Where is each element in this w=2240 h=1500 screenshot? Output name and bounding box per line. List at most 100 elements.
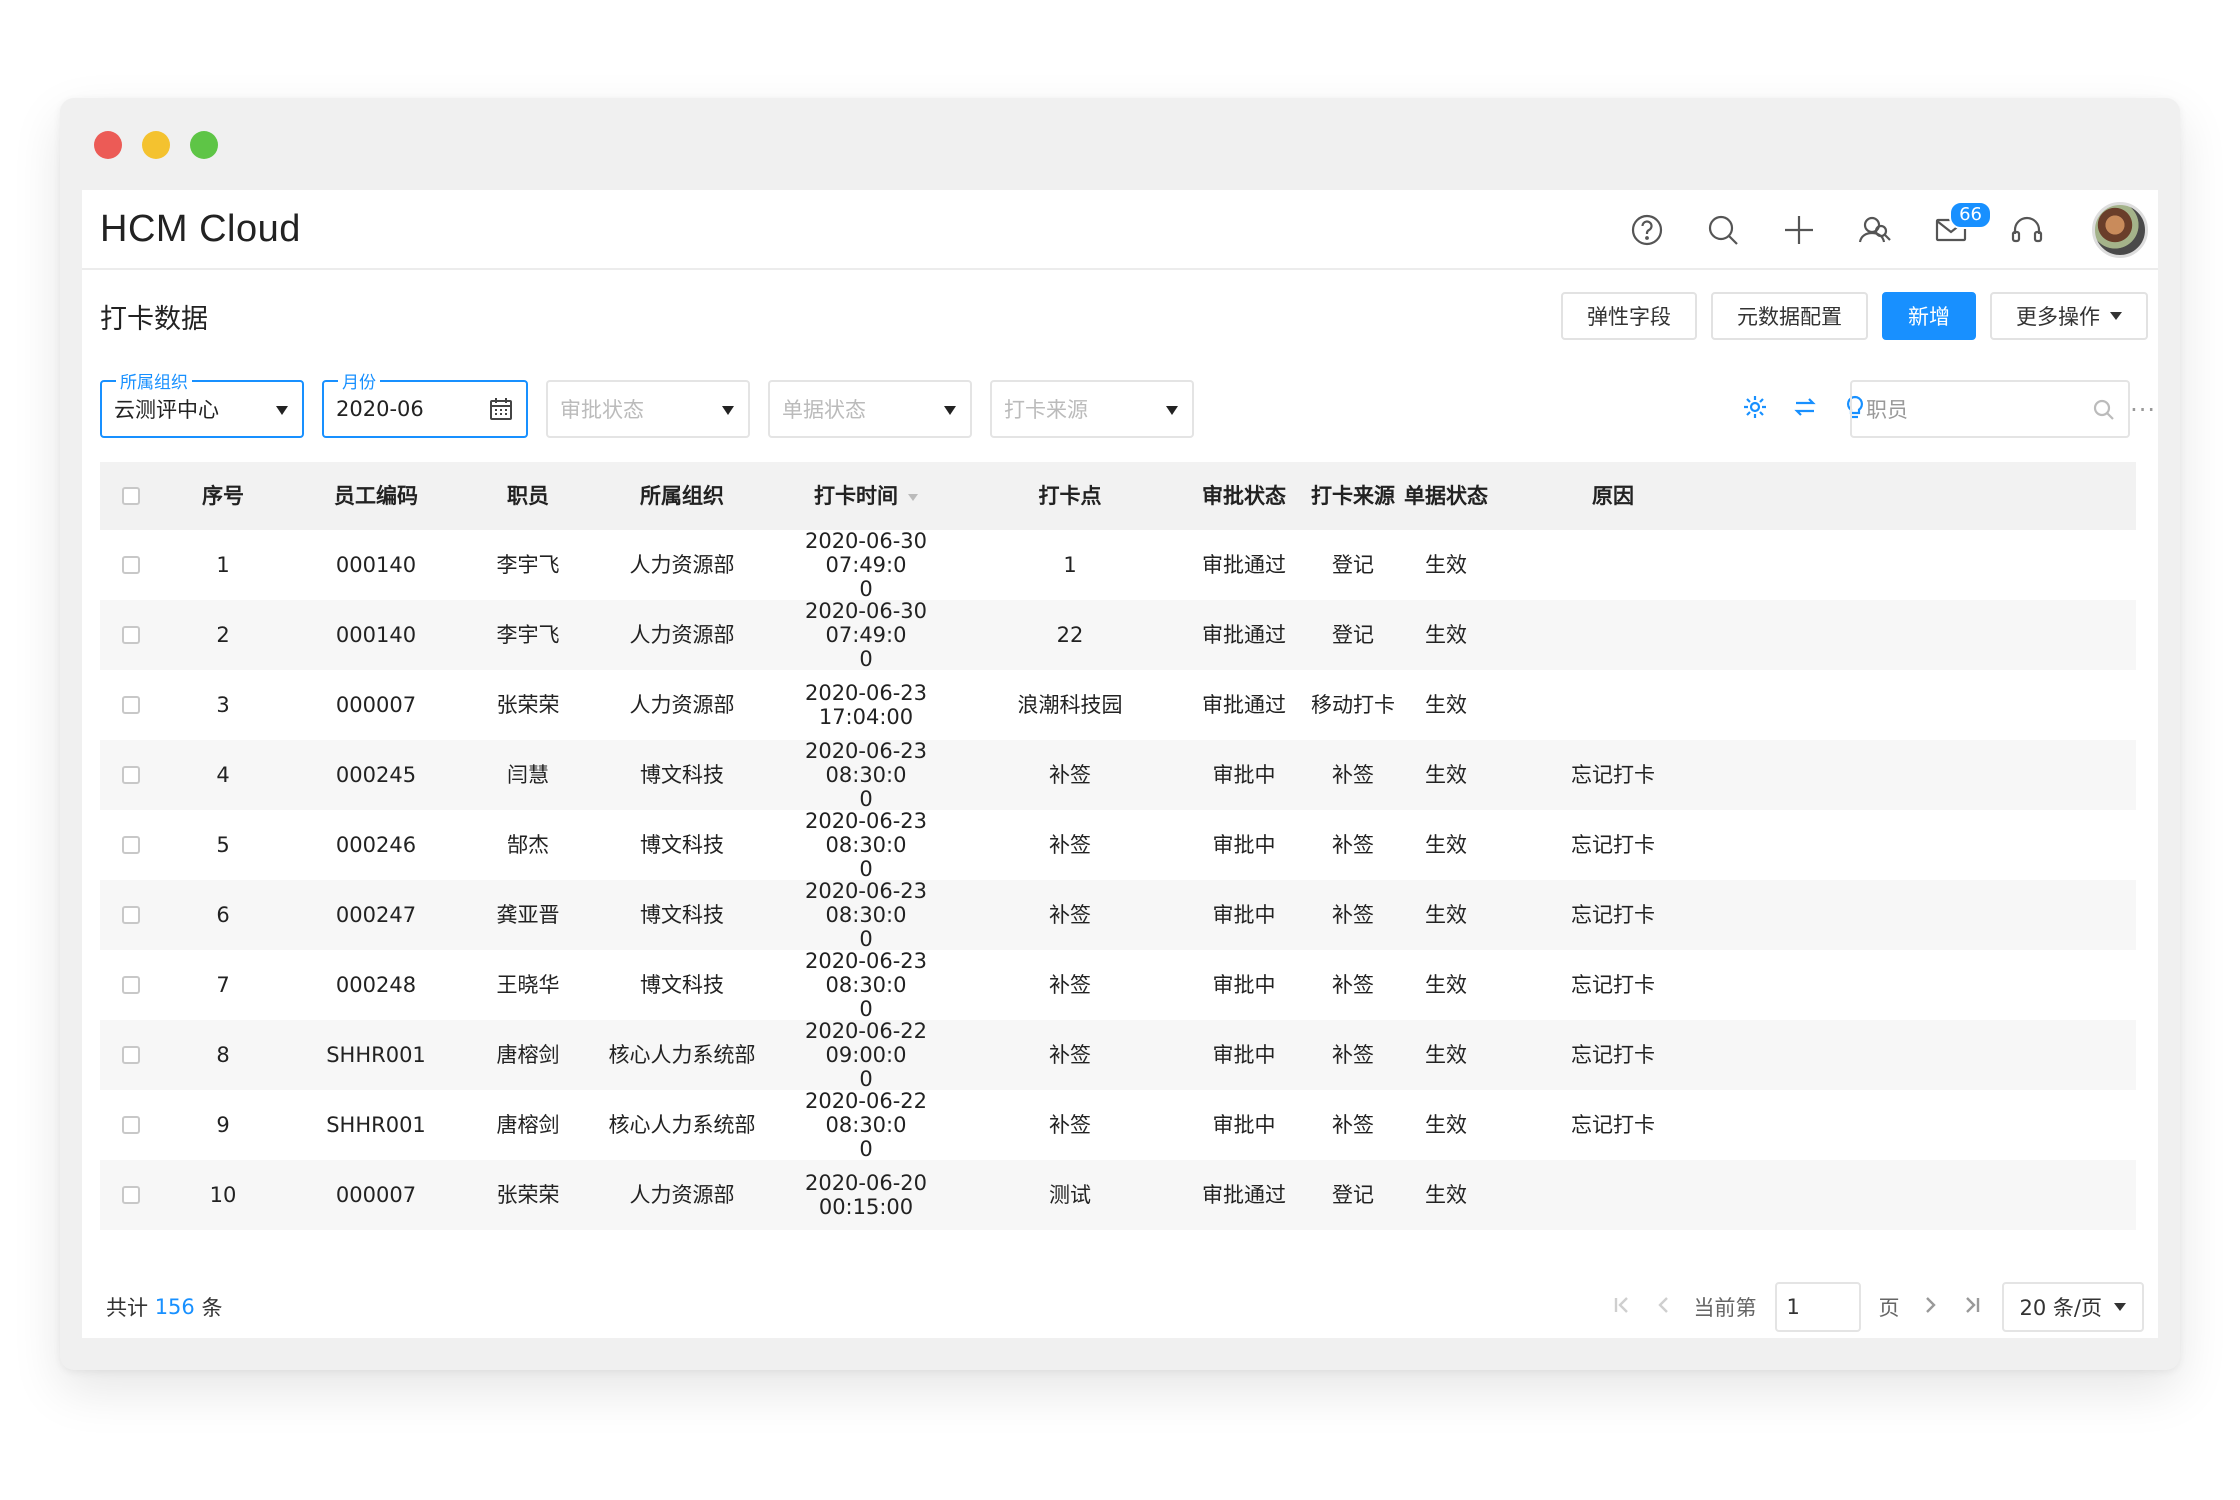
- column-header-reason[interactable]: 原因: [1490, 484, 1736, 508]
- mail-icon[interactable]: 66: [1930, 201, 1992, 251]
- cell-emp-code: 000247: [335, 903, 417, 927]
- column-header-employee[interactable]: 职员: [468, 484, 588, 508]
- cell-reason: 忘记打卡: [1571, 1043, 1655, 1067]
- column-header-label: 打卡时间: [814, 484, 898, 508]
- page-number-input[interactable]: 1: [1774, 1282, 1861, 1332]
- punch-source-select[interactable]: 打卡来源: [990, 380, 1194, 438]
- flex-fields-button[interactable]: 弹性字段: [1561, 292, 1697, 340]
- row-select-cell: [100, 906, 162, 924]
- cell-approval-status: 审批中: [1212, 1113, 1276, 1137]
- column-header-emp-code[interactable]: 员工编码: [284, 484, 468, 508]
- table-body: 1 000140 李宇飞 人力资源部 2020-06-30 07:49:0 0 1 审批通过…: [100, 529, 2136, 1230]
- table-row[interactable]: 9 SHHR001 唐榕剑 核心人力系统部 2020-06-22 08:30:0 0 补签…: [100, 1089, 2136, 1161]
- add-button[interactable]: 新增: [1882, 292, 1976, 340]
- row-checkbox[interactable]: [122, 626, 140, 644]
- row-checkbox[interactable]: [122, 976, 140, 994]
- row-select-cell: [100, 1116, 162, 1134]
- page-number-value: 1: [1786, 1295, 1800, 1319]
- table-footer: 共计 156 条 当前第 1 页 20 条/页: [82, 1276, 2158, 1338]
- row-checkbox[interactable]: [122, 696, 140, 714]
- cell-punch-source: 补签: [1332, 763, 1374, 787]
- month-picker[interactable]: 月份 2020-06: [322, 368, 528, 438]
- approval-status-select[interactable]: 审批状态: [546, 380, 750, 438]
- more-actions-button[interactable]: 更多操作: [1990, 292, 2148, 340]
- column-header-punch-point[interactable]: 打卡点: [956, 484, 1184, 508]
- table-row[interactable]: 1 000140 李宇飞 人力资源部 2020-06-30 07:49:0 0 1 审批通过…: [100, 529, 2136, 601]
- table-row[interactable]: 8 SHHR001 唐榕剑 核心人力系统部 2020-06-22 09:00:0 0 补签…: [100, 1019, 2136, 1091]
- cell-doc-status: 生效: [1425, 693, 1467, 717]
- cell-punch-source: 补签: [1332, 973, 1374, 997]
- plus-icon[interactable]: [1778, 209, 1820, 251]
- more-options-icon[interactable]: ···: [2130, 396, 2156, 424]
- row-checkbox[interactable]: [122, 836, 140, 854]
- cell-employee: 张荣荣: [496, 693, 560, 717]
- column-header-doc-status[interactable]: 单据状态: [1402, 484, 1490, 508]
- org-select[interactable]: 所属组织 云测评中心: [100, 368, 304, 438]
- close-window-button[interactable]: [94, 131, 122, 159]
- minimize-window-button[interactable]: [142, 131, 170, 159]
- column-header-label: 原因: [1592, 484, 1634, 508]
- people-icon[interactable]: [1854, 209, 1896, 251]
- row-checkbox[interactable]: [122, 766, 140, 784]
- employee-search-input[interactable]: 职员: [1850, 380, 2130, 438]
- cell-employee: 张荣荣: [496, 1183, 560, 1207]
- cell-employee: 王晓华: [496, 973, 560, 997]
- help-icon[interactable]: [1626, 209, 1668, 251]
- cell-approval-status: 审批中: [1212, 763, 1276, 787]
- cell-doc-status: 生效: [1425, 553, 1467, 577]
- column-header-seq[interactable]: 序号: [162, 484, 284, 508]
- cell-approval-status: 审批通过: [1202, 623, 1286, 647]
- doc-status-select[interactable]: 单据状态: [768, 380, 972, 438]
- current-page-prefix: 当前第: [1693, 1296, 1757, 1320]
- metadata-config-button[interactable]: 元数据配置: [1711, 292, 1868, 340]
- cell-org: 人力资源部: [629, 1183, 735, 1207]
- cell-org: 核心人力系统部: [608, 1043, 756, 1067]
- headset-icon[interactable]: [2006, 209, 2048, 251]
- prev-page-button[interactable]: [1652, 1293, 1676, 1322]
- cell-emp-code: 000246: [335, 833, 417, 857]
- row-checkbox[interactable]: [122, 1116, 140, 1134]
- column-header-punch-time[interactable]: 打卡时间: [776, 484, 956, 508]
- sort-icon[interactable]: [908, 493, 918, 501]
- row-checkbox[interactable]: [122, 906, 140, 924]
- cell-reason: 忘记打卡: [1571, 763, 1655, 787]
- cell-doc-status: 生效: [1425, 1043, 1467, 1067]
- cell-approval-status: 审批通过: [1202, 1183, 1286, 1207]
- table-row[interactable]: 3 000007 张荣荣 人力资源部 2020-06-23 17:04:00 浪潮科技园 审…: [100, 670, 2136, 740]
- settings-icon[interactable]: [1742, 394, 1768, 420]
- page-title: 打卡数据: [100, 303, 208, 335]
- caret-down-icon: [2114, 1303, 2126, 1311]
- brand-title: HCM Cloud: [100, 207, 301, 250]
- row-checkbox[interactable]: [122, 1046, 140, 1064]
- cell-emp-code: 000140: [335, 623, 417, 647]
- column-header-org[interactable]: 所属组织: [588, 484, 776, 508]
- avatar[interactable]: [2092, 202, 2148, 258]
- row-checkbox[interactable]: [122, 556, 140, 574]
- table-row[interactable]: 6 000247 龚亚晋 博文科技 2020-06-23 08:30:0 0 补签 审批中 补…: [100, 879, 2136, 951]
- top-bar: HCM Cloud 66: [82, 190, 2158, 270]
- page-size-select[interactable]: 20 条/页: [2001, 1282, 2144, 1332]
- cell-approval-status: 审批通过: [1202, 693, 1286, 717]
- more-actions-label: 更多操作: [2016, 305, 2100, 329]
- next-page-button[interactable]: [1918, 1293, 1942, 1322]
- table-row[interactable]: 2 000140 李宇飞 人力资源部 2020-06-30 07:49:0 0 22 审批通…: [100, 599, 2136, 671]
- cell-employee: 唐榕剑: [496, 1043, 560, 1067]
- cell-seq: 3: [216, 693, 230, 717]
- search-icon[interactable]: [1702, 209, 1744, 251]
- table-row[interactable]: 5 000246 郜杰 博文科技 2020-06-23 08:30:0 0 补签 审批中 补签…: [100, 809, 2136, 881]
- cell-seq: 9: [216, 1113, 230, 1137]
- last-page-button[interactable]: [1960, 1293, 1984, 1322]
- cell-punch-source: 补签: [1332, 833, 1374, 857]
- cell-org: 博文科技: [640, 973, 724, 997]
- table-header: 序号 员工编码 职员 所属组织 打卡时间 打卡点 审批状态 打卡来源 单据状态 原因: [100, 462, 2136, 530]
- column-header-approval-status[interactable]: 审批状态: [1184, 484, 1304, 508]
- select-all-checkbox[interactable]: [122, 487, 140, 505]
- table-row[interactable]: 7 000248 王晓华 博文科技 2020-06-23 08:30:0 0 补签 审批中 补…: [100, 949, 2136, 1021]
- maximize-window-button[interactable]: [190, 131, 218, 159]
- table-row[interactable]: 4 000245 闫慧 博文科技 2020-06-23 08:30:0 0 补签 审批中 补签…: [100, 739, 2136, 811]
- table-row[interactable]: 10 000007 张荣荣 人力资源部 2020-06-20 00:15:00 测试 审批通…: [100, 1160, 2136, 1230]
- first-page-button[interactable]: [1610, 1293, 1634, 1322]
- swap-icon[interactable]: [1792, 394, 1818, 420]
- column-header-punch-source[interactable]: 打卡来源: [1304, 484, 1402, 508]
- row-checkbox[interactable]: [122, 1186, 140, 1204]
